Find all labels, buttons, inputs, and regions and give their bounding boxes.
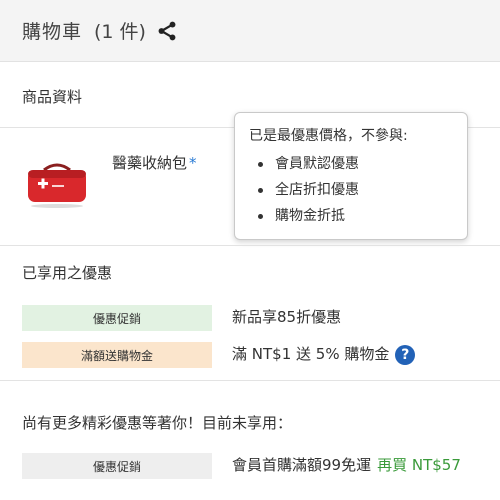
- tooltip-list: 會員默認優惠 全店折扣優惠 購物金折抵: [249, 151, 453, 229]
- promo-text: 滿 NT$1 送 5% 購物金: [232, 345, 390, 363]
- promo-row: 會員首購滿額99免運 再買 NT$57: [232, 454, 461, 475]
- promo-text: 新品享85折優惠: [232, 308, 342, 326]
- question-circle-icon[interactable]: ?: [395, 344, 416, 365]
- tooltip-item: 會員默認優惠: [249, 151, 453, 177]
- cart-header: 購物車 (1 件): [0, 0, 500, 62]
- product-name[interactable]: 醫藥收納包 *: [112, 152, 197, 173]
- price-tooltip: 已是最優惠價格，不參與: 會員默認優惠 全店折扣優惠 購物金折抵: [234, 112, 468, 240]
- promo-text: 會員首購滿額99免運: [232, 456, 372, 474]
- promo-badge: 優惠促銷: [22, 453, 212, 479]
- more-offers-label: 尚有更多精彩優惠等著你！目前未享用：: [22, 414, 293, 432]
- rebuy-link[interactable]: 再買 NT$57: [377, 456, 461, 474]
- product-name-text[interactable]: 醫藥收納包: [112, 154, 187, 172]
- tooltip-item: 全店折扣優惠: [249, 177, 453, 203]
- share-icon[interactable]: [156, 20, 178, 42]
- divider: [0, 380, 500, 381]
- item-count: (1 件): [94, 21, 146, 43]
- tooltip-title: 已是最優惠價格，不參與:: [249, 128, 408, 144]
- promo-badge: 優惠促銷: [22, 305, 212, 331]
- product-image[interactable]: [22, 158, 92, 210]
- product-section-label: 商品資料: [22, 88, 83, 106]
- applied-section-label: 已享用之優惠: [22, 264, 113, 282]
- page-title: 購物車: [22, 21, 83, 43]
- divider: [0, 245, 500, 246]
- promo-badge: 滿額送購物金: [22, 342, 212, 368]
- promo-row: 滿 NT$1 送 5% 購物金?: [232, 343, 416, 365]
- tooltip-item: 購物金折抵: [249, 203, 453, 229]
- promo-info-marker[interactable]: *: [189, 154, 197, 172]
